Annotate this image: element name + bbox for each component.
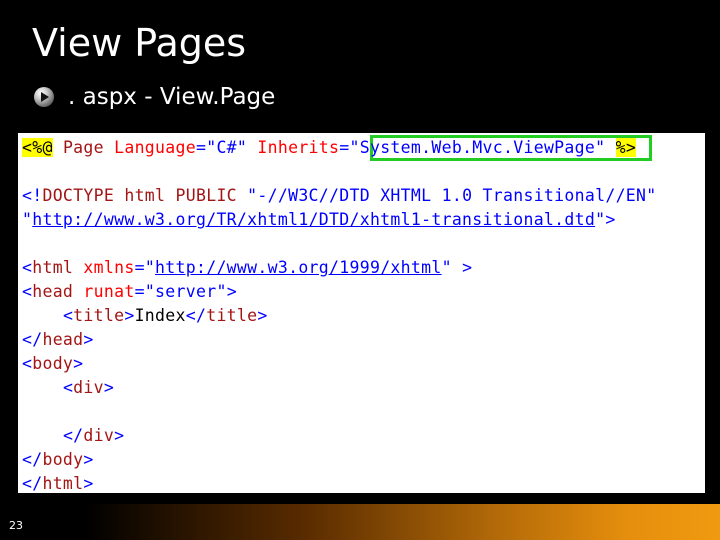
tag-open: <: [22, 282, 33, 301]
value-language: "C#": [206, 138, 248, 157]
quote: ": [144, 258, 156, 277]
div-close-tag: div: [83, 426, 115, 445]
tag-close: >: [114, 426, 125, 445]
title-text: Index: [134, 306, 186, 325]
code-line-body-open: <body>: [22, 352, 83, 376]
directive-close: %>: [615, 138, 637, 157]
tag-close: >: [124, 306, 135, 325]
code-line-dtd-url: "http://www.w3.org/TR/xhtml1/DTD/xhtml1-…: [22, 208, 616, 232]
html-close-tag: html: [42, 474, 84, 493]
code-line-head-open: <head runat="server">: [22, 280, 237, 304]
closing-tag-open: </: [22, 450, 43, 469]
tag-open: <: [22, 258, 33, 277]
body-tag: body: [32, 354, 74, 373]
tag-close: >: [73, 354, 84, 373]
quote: ": [441, 258, 452, 277]
attr-runat: runat: [83, 282, 135, 301]
page-number: 23: [9, 519, 23, 532]
attr-language: Language: [114, 138, 196, 157]
bullet-icon: [34, 87, 54, 107]
code-line-html-open: <html xmlns="http://www.w3.org/1999/xhtm…: [22, 256, 472, 280]
head-close-tag: head: [42, 330, 84, 349]
closing-tag-open: </: [22, 330, 43, 349]
directive-open: <%@: [22, 138, 53, 157]
doctype-value: "-//W3C//DTD XHTML 1.0 Transitional//EN": [247, 186, 657, 205]
doctype-open: <!: [22, 186, 43, 205]
keyword-page: Page: [62, 138, 104, 157]
quote: ": [595, 210, 606, 229]
bullet-item: . aspx - View.Page: [34, 80, 275, 114]
code-screenshot: <%@ Page Language="C#" Inherits="System.…: [18, 133, 705, 493]
attr-xmlns: xmlns: [83, 258, 135, 277]
slide-title: View Pages: [32, 21, 247, 65]
code-line-html-close: </html>: [22, 472, 94, 493]
dtd-link: http://www.w3.org/TR/xhtml1/DTD/xhtml1-t…: [32, 210, 596, 229]
quote: ": [22, 210, 33, 229]
html-tag: html: [32, 258, 74, 277]
equals: =: [195, 138, 207, 157]
attr-inherits: Inherits: [257, 138, 340, 157]
xmlns-link: http://www.w3.org/1999/xhtml: [155, 258, 442, 277]
code-line-title: <title>Index</title>: [22, 304, 268, 328]
div-tag: div: [73, 378, 104, 397]
tag-close: >: [83, 330, 94, 349]
equals: =: [134, 282, 145, 301]
tag-close: >: [226, 282, 237, 301]
code-line-page-directive: <%@ Page Language="C#" Inherits="System.…: [22, 136, 637, 160]
value-inherits: "System.Web.Mvc.ViewPage": [349, 138, 606, 157]
title-close-tag: title: [206, 306, 258, 325]
closing-tag-open: </: [185, 306, 207, 325]
title-tag: title: [73, 306, 125, 325]
head-tag: head: [32, 282, 74, 301]
footer-gradient-bar: [85, 504, 720, 540]
tag-close: >: [83, 474, 94, 493]
bullet-text: . aspx - View.Page: [68, 84, 276, 110]
code-line-body-close: </body>: [22, 448, 94, 472]
doctype-tag: DOCTYPE html PUBLIC: [42, 186, 237, 205]
tag-close: >: [257, 306, 268, 325]
code-line-doctype: <!DOCTYPE html PUBLIC "-//W3C//DTD XHTML…: [22, 184, 657, 208]
tag-open: <: [22, 354, 33, 373]
value-runat: "server": [144, 282, 227, 301]
body-close-tag: body: [42, 450, 84, 469]
equals: =: [134, 258, 145, 277]
code-line-head-close: </head>: [22, 328, 94, 352]
equals: =: [339, 138, 350, 157]
code-line-div-close: </div>: [22, 424, 124, 448]
closing-tag-open: </: [62, 426, 84, 445]
tag-close: >: [462, 258, 473, 277]
closing-tag-open: </: [22, 474, 43, 493]
tag-close: >: [103, 378, 115, 397]
tag-close: >: [83, 450, 94, 469]
tag-open: <: [62, 378, 74, 397]
tag-close: >: [605, 210, 616, 229]
code-line-div-open: <div>: [22, 376, 114, 400]
tag-open: <: [62, 306, 74, 325]
